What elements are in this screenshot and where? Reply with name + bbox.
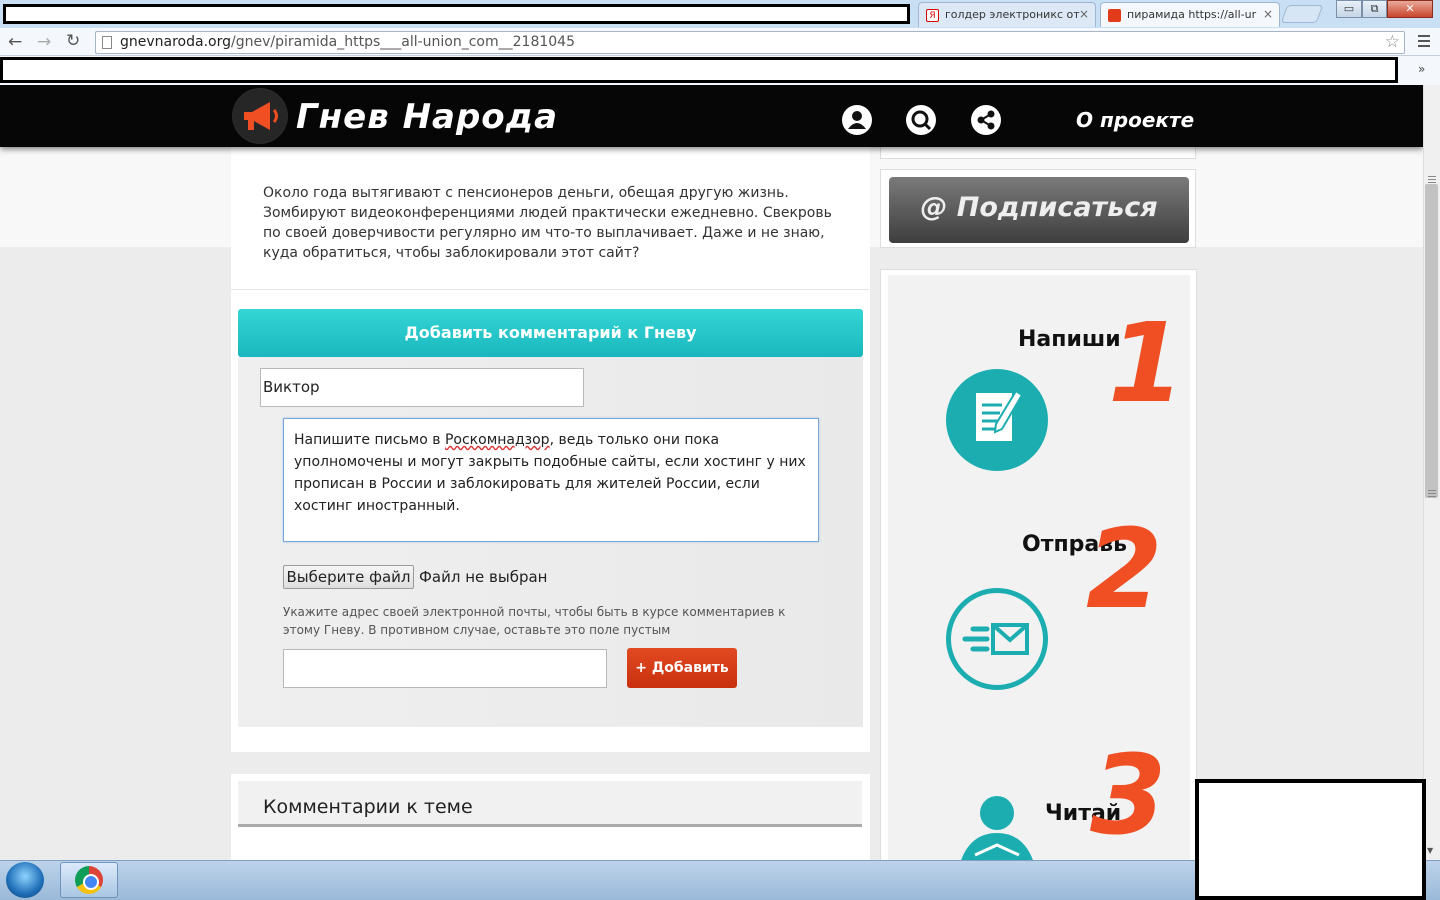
comments-title: Комментарии к теме <box>238 781 862 827</box>
scroll-down-icon[interactable]: ▼ <box>1427 846 1433 855</box>
email-hint: Укажите адрес своей электронной почты, ч… <box>283 605 786 637</box>
redacted-area <box>0 57 1398 83</box>
megaphone-icon[interactable] <box>232 88 288 144</box>
reload-icon[interactable]: ↻ <box>66 31 80 51</box>
sidebar-top-card <box>880 147 1196 159</box>
search-icon[interactable] <box>906 105 936 135</box>
page-icon <box>102 36 112 49</box>
megaphone-icon <box>1108 9 1121 22</box>
comment-textarea[interactable]: Напишите письмо в Роскомнадзор, ведь тол… <box>283 418 819 542</box>
file-status: Файл не выбран <box>419 568 548 586</box>
chrome-icon <box>75 866 103 894</box>
message-text: Напишите письмо в <box>294 432 445 448</box>
tab-golder[interactable]: Я голдер электроникс от × <box>918 2 1096 27</box>
site-header: Гнев Народа О проекте <box>0 85 1423 147</box>
scrollbar-grip <box>1428 176 1436 185</box>
windows-start-button[interactable] <box>6 862 44 898</box>
reader-icon <box>950 793 1040 860</box>
site-logo[interactable]: Гнев Народа <box>296 97 558 137</box>
step-word-1: Напиши <box>1018 327 1121 352</box>
address-bar[interactable]: gnevnaroda.org/gnev/piramida_https___all… <box>95 31 1405 54</box>
choose-file-button[interactable]: Выберите файл <box>283 565 414 589</box>
about-link[interactable]: О проекте <box>1076 108 1194 132</box>
step-number-2: 2 <box>1086 505 1163 633</box>
redacted-area <box>3 4 910 24</box>
tab-close-icon[interactable]: × <box>1079 7 1089 21</box>
url-path: /gnev/piramida_https___all-union_com__21… <box>231 34 575 50</box>
step-number-3: 3 <box>1090 731 1167 859</box>
subscribe-button[interactable]: @ Подписаться <box>889 177 1189 243</box>
close-window-button[interactable]: ✕ <box>1387 0 1433 18</box>
minimize-button[interactable]: ▭ <box>1336 0 1362 18</box>
tab-close-icon[interactable]: × <box>1263 7 1273 21</box>
tab-title: голдер электроникс от <box>945 8 1080 21</box>
scrollbar-grip <box>1428 490 1436 499</box>
bookmarks-overflow-icon[interactable]: » <box>1418 62 1425 76</box>
divider <box>231 289 870 290</box>
yandex-favicon: Я <box>926 9 939 22</box>
user-icon[interactable] <box>842 105 872 135</box>
tab-piramida[interactable]: пирамида https://all-ur × <box>1100 2 1280 27</box>
bookmark-star-icon[interactable]: ☆ <box>1385 32 1400 52</box>
document-pen-icon <box>946 369 1048 471</box>
post-text: Около года вытягивают с пенсионеров день… <box>263 185 832 261</box>
add-button[interactable]: + Добавить <box>627 648 737 688</box>
scrollbar-thumb[interactable] <box>1425 184 1438 498</box>
share-icon[interactable] <box>971 105 1001 135</box>
redacted-area <box>1195 779 1426 900</box>
tab-title: пирамида https://all-ur <box>1127 8 1257 21</box>
url-host: gnevnaroda.org <box>120 34 232 50</box>
maximize-button[interactable]: ⧉ <box>1362 0 1387 18</box>
new-tab-button[interactable] <box>1280 5 1324 23</box>
forward-icon[interactable]: → <box>37 32 51 52</box>
add-comment-header[interactable]: Добавить комментарий к Гневу <box>238 309 863 357</box>
chrome-menu-icon[interactable] <box>1418 35 1430 47</box>
name-input[interactable]: Виктор <box>260 368 584 407</box>
email-field[interactable] <box>283 649 607 688</box>
message-link: Роскомнадзор <box>444 432 550 448</box>
back-icon[interactable]: ← <box>8 32 22 52</box>
envelope-send-icon <box>946 588 1048 690</box>
page-viewport: Гнев Народа О проекте Около года вытягив… <box>0 85 1423 860</box>
step-number-1: 1 <box>1108 299 1185 427</box>
